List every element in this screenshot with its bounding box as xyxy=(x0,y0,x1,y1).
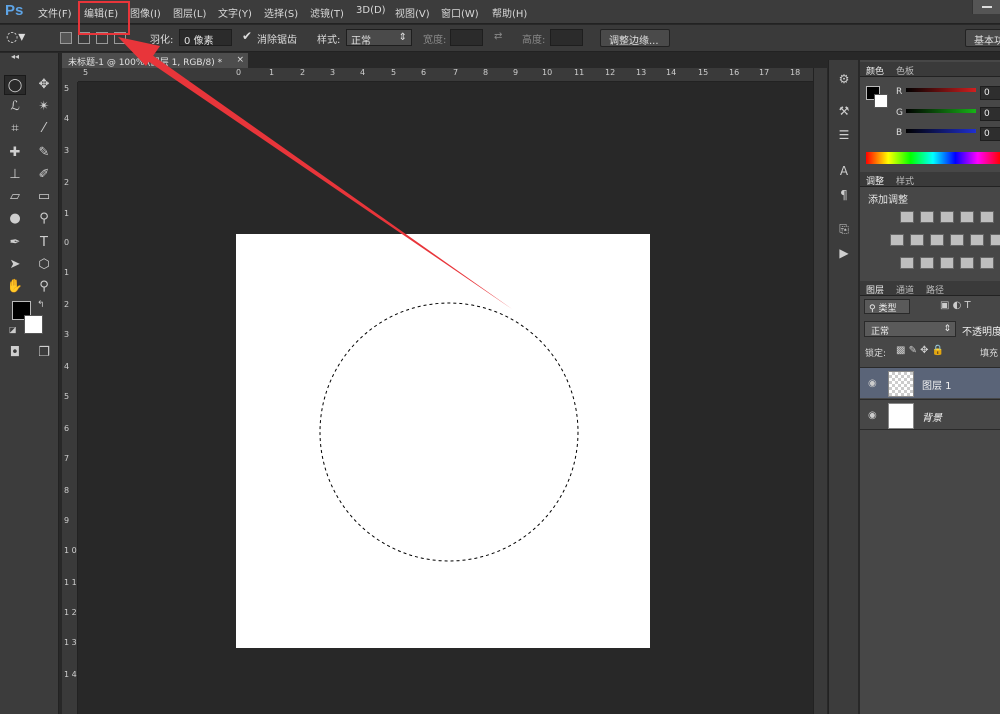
invert-icon[interactable] xyxy=(900,257,914,269)
adjust-panel-tabs: 调整 样式 xyxy=(860,172,1000,187)
gradient-map-icon[interactable] xyxy=(980,257,994,269)
play-icon[interactable]: ▶ xyxy=(835,246,853,262)
updown-icon: ⇕ xyxy=(943,324,951,334)
bg-color-swatch[interactable] xyxy=(874,94,888,108)
paragraph-icon[interactable]: ¶ xyxy=(835,188,853,204)
panel-dock: ⚙ ⚒ ☰ A ¶ ⎘ ▶ xyxy=(828,60,858,714)
layer-kind-filter[interactable]: ⚲ 类型 xyxy=(864,299,910,314)
blue-label: B xyxy=(896,128,903,138)
search-icon: ⚲ xyxy=(869,304,876,314)
layer-row-1[interactable]: ◉ 图层 1 xyxy=(860,367,1000,398)
layer-row-background[interactable]: ◉ 背景 xyxy=(860,399,1000,430)
opacity-label: 不透明度 xyxy=(962,327,1000,338)
blend-mode-select[interactable]: 正常 ⇕ xyxy=(864,321,956,337)
selection-marquee xyxy=(319,302,579,562)
black-white-icon[interactable] xyxy=(930,234,944,246)
layers-panel-tabs: 图层 通道 路径 xyxy=(860,281,1000,296)
color-balance-icon[interactable] xyxy=(910,234,924,246)
layer-kind-value: 类型 xyxy=(878,304,897,314)
blend-mode-value: 正常 xyxy=(871,327,890,337)
exposure-icon[interactable] xyxy=(960,211,974,223)
actions-icon[interactable]: ⎘ xyxy=(835,222,853,238)
tab-styles[interactable]: 样式 xyxy=(896,174,914,187)
adjust-title: 添加调整 xyxy=(868,195,908,206)
blue-value[interactable]: 0 xyxy=(980,127,1000,141)
selective-color-icon[interactable] xyxy=(960,257,974,269)
layer-thumbnail xyxy=(888,371,914,397)
character-icon[interactable]: A xyxy=(835,164,853,180)
photoshop-window: Ps 文件(F) 编辑(E) 图像(I) 图层(L) 文字(Y) 选择(S) 滤… xyxy=(0,0,1000,714)
posterize-icon[interactable] xyxy=(920,257,934,269)
photo-filter-icon[interactable] xyxy=(950,234,964,246)
layer-name[interactable]: 背景 xyxy=(922,409,942,424)
tab-channels[interactable]: 通道 xyxy=(896,283,914,296)
red-value[interactable]: 0 xyxy=(980,86,1000,100)
fill-label: 填充 xyxy=(980,349,999,359)
properties-icon[interactable]: ☰ xyxy=(835,128,853,144)
green-value[interactable]: 0 xyxy=(980,107,1000,121)
threshold-icon[interactable] xyxy=(940,257,954,269)
green-label: G xyxy=(896,108,903,118)
lock-icons[interactable]: ▩ ✎ ✥ 🔒 xyxy=(896,345,944,356)
tab-layers[interactable]: 图层 xyxy=(866,283,884,296)
eye-icon[interactable]: ◉ xyxy=(868,378,877,389)
arrow-icon xyxy=(142,50,512,309)
filter-icons[interactable]: ▣ ◐ T xyxy=(940,300,971,311)
eye-icon[interactable]: ◉ xyxy=(868,410,877,421)
curves-icon[interactable] xyxy=(940,211,954,223)
hue-saturation-icon[interactable] xyxy=(890,234,904,246)
red-slider[interactable] xyxy=(906,88,976,92)
color-panel-tabs: 颜色 色板 xyxy=(860,62,1000,77)
menu-highlight-box xyxy=(78,1,130,35)
blue-slider[interactable] xyxy=(906,129,976,133)
tab-adjustments[interactable]: 调整 xyxy=(866,174,884,187)
lock-label: 锁定: xyxy=(865,349,887,359)
right-panels: 颜色 色板 R 0 G 0 B 0 调整 样式 添加调整 图层 通道 路径 ⚲ … xyxy=(860,60,1000,714)
channel-mixer-icon[interactable] xyxy=(970,234,984,246)
green-slider[interactable] xyxy=(906,109,976,113)
tab-paths[interactable]: 路径 xyxy=(926,283,944,296)
layer-name[interactable]: 图层 1 xyxy=(922,377,952,392)
brightness-icon[interactable] xyxy=(900,211,914,223)
levels-icon[interactable] xyxy=(920,211,934,223)
color-spectrum[interactable] xyxy=(866,152,1000,164)
tab-swatches[interactable]: 色板 xyxy=(896,64,914,77)
history-icon[interactable]: ⚙ xyxy=(835,72,853,88)
tool-presets-icon[interactable]: ⚒ xyxy=(835,104,853,120)
layer-thumbnail xyxy=(888,403,914,429)
red-label: R xyxy=(896,87,903,97)
color-lookup-icon[interactable] xyxy=(990,234,1000,246)
tab-color[interactable]: 颜色 xyxy=(866,64,884,77)
vibrance-icon[interactable] xyxy=(980,211,994,223)
